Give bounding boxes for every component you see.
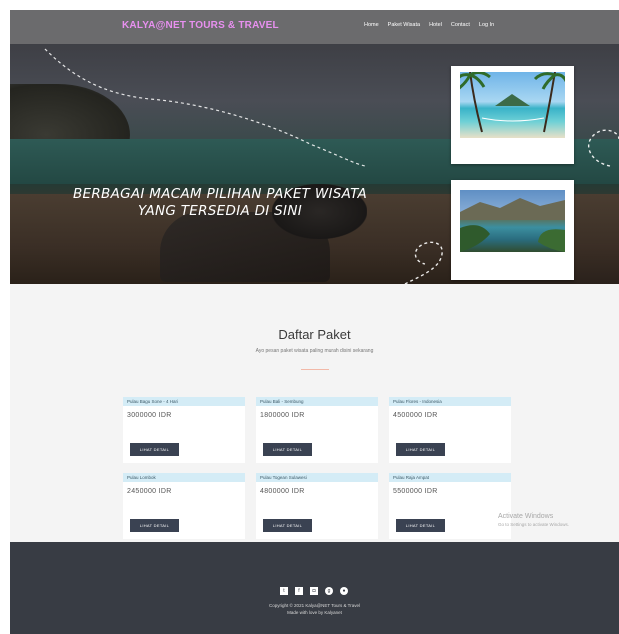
package-name: Pulau Bagu Sone - 4 Hari [123,397,245,406]
package-card: Pulau Raja Ampat 5500000 IDR LIHAT DETAI… [389,473,511,539]
package-card: Pulau Togean Sulawesi 4800000 IDR LIHAT … [256,473,378,539]
section-subtitle: Ayo pesan paket wisata paling murah disi… [255,348,374,354]
package-card: Pulau Flores - Indonesia 4500000 IDR LIH… [389,397,511,463]
nav-link-login[interactable]: Log In [479,22,494,28]
page-frame: KALYA@NET TOURS & TRAVEL Home Paket Wisa… [10,10,619,634]
package-card: Pulau Bagu Sone - 4 Hari 3000000 IDR LIH… [123,397,245,463]
package-price: 4800000 IDR [260,488,305,495]
beach-photo [460,72,565,138]
facebook-icon[interactable]: f [295,587,303,595]
watermark-subtitle: Go to Settings to activate Windows. [498,522,570,527]
whatsapp-icon[interactable]: ● [340,587,348,595]
package-detail-button[interactable]: LIHAT DETAIL [263,519,312,532]
footer-credit: Made with love by Kalyanet [287,610,342,615]
instagram-icon[interactable]: ◘ [310,587,318,595]
beach-palm-illustration [460,72,565,133]
nav-links: Home Paket Wisata Hotel Contact Log In [364,22,494,28]
section-title: Daftar Paket [278,327,351,342]
package-card: Pulau Bali - Sembung 1800000 IDR LIHAT D… [256,397,378,463]
section-divider [301,369,329,370]
packages-section: Daftar Paket Ayo pesan paket wisata pali… [10,284,619,542]
package-detail-button[interactable]: LIHAT DETAIL [263,443,312,456]
package-detail-button[interactable]: LIHAT DETAIL [130,519,179,532]
hero-photo-card-lake [451,180,574,280]
package-name: Pulau Flores - Indonesia [389,397,511,406]
footer: t f ◘ g ● Copyright © 2021 Kalya@NET Tou… [10,542,619,634]
package-price: 5500000 IDR [393,488,438,495]
hero-title-line2: YANG TERSEDIA DI SINI [137,203,303,219]
package-price: 2450000 IDR [127,488,172,495]
activate-windows-watermark: Activate Windows Go to Settings to activ… [498,513,569,527]
package-detail-button[interactable]: LIHAT DETAIL [396,519,445,532]
package-price: 1800000 IDR [260,412,305,419]
hero-photo-card-beach [451,66,574,164]
google-plus-icon[interactable]: g [325,587,333,595]
package-name: Pulau Bali - Sembung [256,397,378,406]
nav-link-home[interactable]: Home [364,22,379,28]
watermark-title: Activate Windows [498,513,554,520]
package-name: Pulau Raja Ampat [389,473,511,482]
package-detail-button[interactable]: LIHAT DETAIL [130,443,179,456]
package-card: Pulau Lombok 2450000 IDR LIHAT DETAIL [123,473,245,539]
nav-link-hotel[interactable]: Hotel [429,22,442,28]
lake-mountain-illustration [460,198,565,252]
package-name: Pulau Togean Sulawesi [256,473,378,482]
package-price: 4500000 IDR [393,412,438,419]
nav-link-paket-wisata[interactable]: Paket Wisata [388,22,420,28]
package-name: Pulau Lombok [123,473,245,482]
twitter-icon[interactable]: t [280,587,288,595]
package-price: 3000000 IDR [127,412,172,419]
navbar: KALYA@NET TOURS & TRAVEL Home Paket Wisa… [10,10,619,44]
brand-logo[interactable]: KALYA@NET TOURS & TRAVEL [122,20,279,31]
hero-title: BERBAGAI MACAM PILIHAN PAKET WISATA YANG… [30,186,410,220]
lake-photo [460,190,565,252]
social-icons: t f ◘ g ● [280,587,348,595]
package-detail-button[interactable]: LIHAT DETAIL [396,443,445,456]
hero-banner: BERBAGAI MACAM PILIHAN PAKET WISATA YANG… [10,44,619,284]
hero-title-line1: BERBAGAI MACAM PILIHAN PAKET WISATA [72,186,368,202]
nav-link-contact[interactable]: Contact [451,22,470,28]
footer-copyright: Copyright © 2021 Kalya@NET Tours & Trave… [268,603,360,608]
